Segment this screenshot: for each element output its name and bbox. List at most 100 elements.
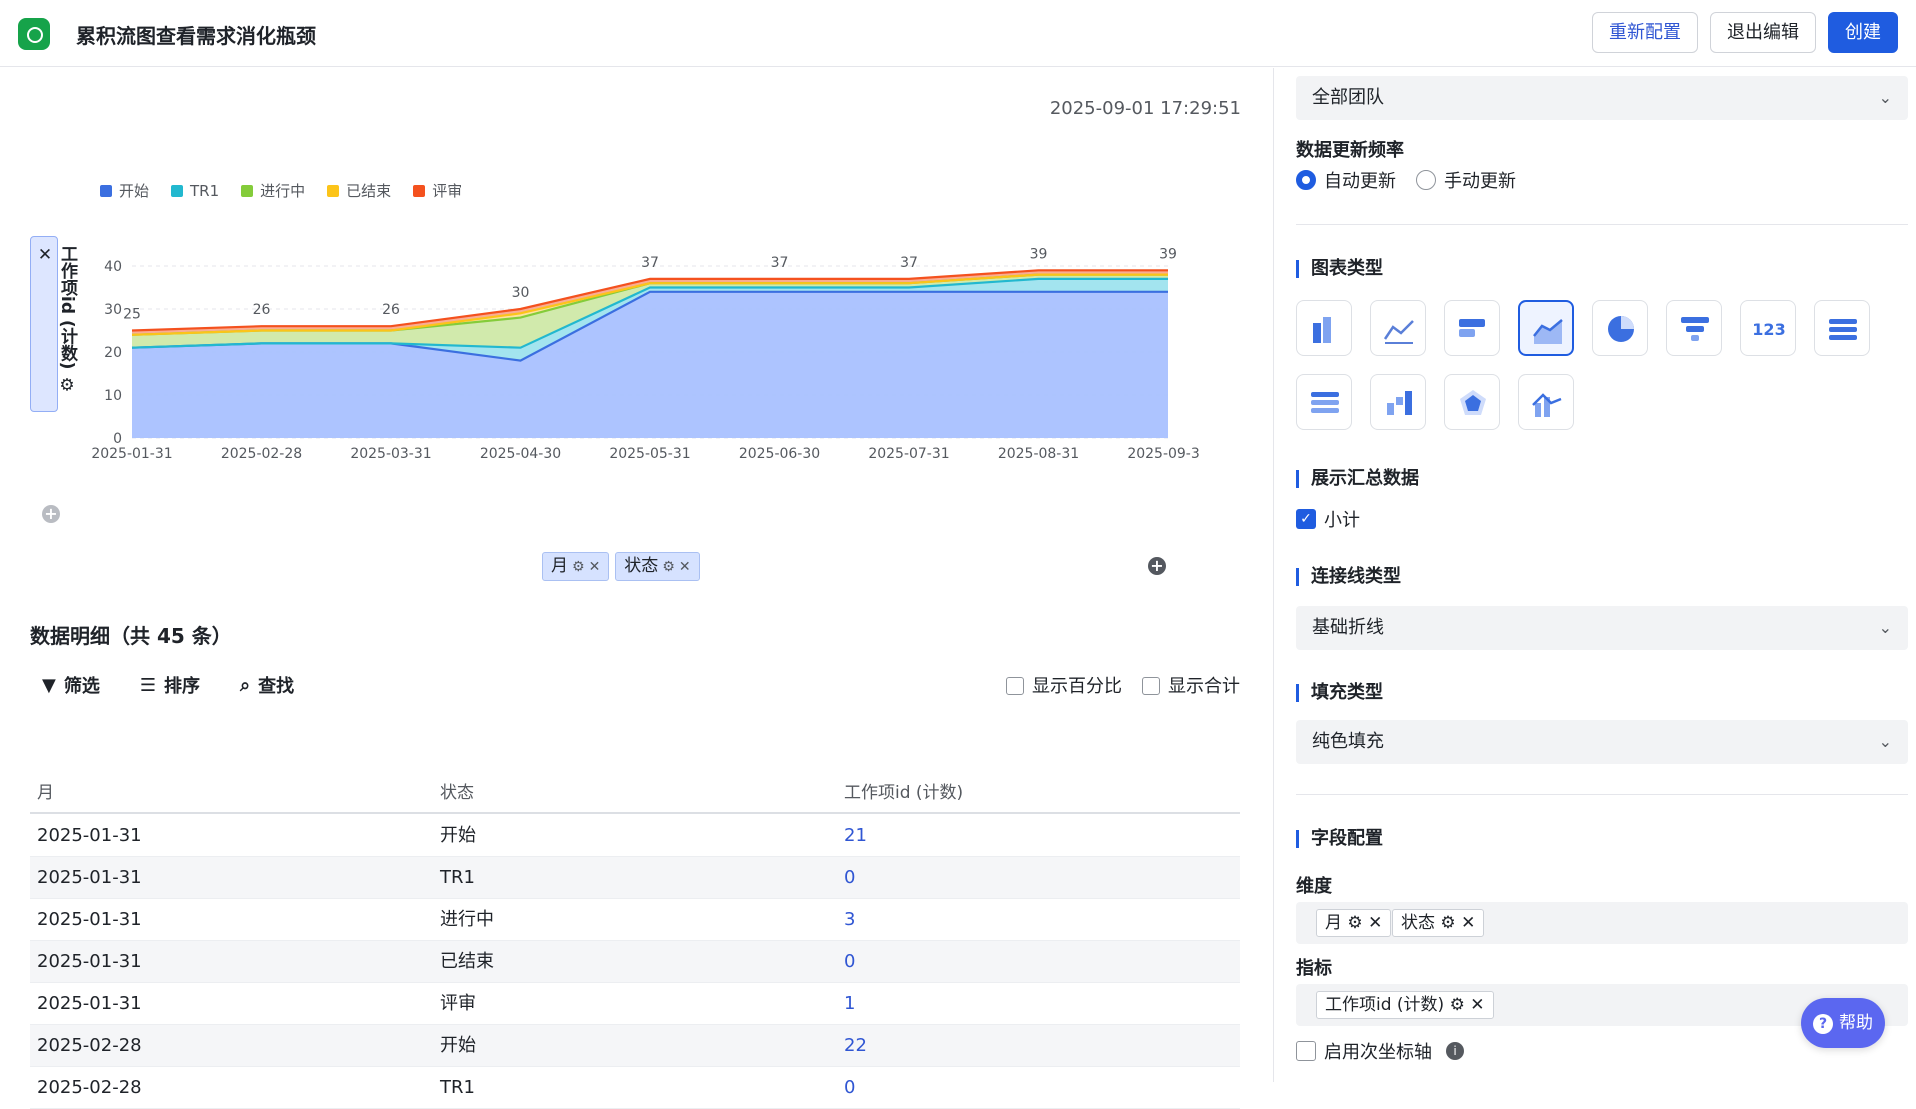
line-chart-icon[interactable]: [1370, 300, 1426, 356]
table-cell[interactable]: 0: [844, 857, 855, 899]
pie-chart-icon-glyph: [1608, 316, 1634, 342]
close-icon[interactable]: ✕: [1461, 913, 1475, 933]
legend-item[interactable]: TR1: [171, 180, 219, 201]
divider: [1296, 794, 1908, 795]
gear-icon[interactable]: ⚙: [1450, 995, 1465, 1015]
radar-chart-icon[interactable]: [1444, 374, 1500, 430]
table-cell: 开始: [440, 1035, 476, 1056]
find-button[interactable]: ⌕ 查找: [240, 672, 294, 698]
chart-legend: 开始 TR1 进行中 已结束 评审: [100, 180, 462, 201]
column-header-count[interactable]: 工作项id (计数): [844, 778, 963, 803]
list-chart-icon[interactable]: [1814, 300, 1870, 356]
x-chip-status[interactable]: 状态 ⚙ ✕: [615, 552, 700, 581]
table-cell: 开始: [440, 825, 476, 846]
table-cell: 已结束: [440, 951, 494, 972]
horizontal-bar-icon[interactable]: [1444, 300, 1500, 356]
table-cell: 2025-01-31: [37, 825, 142, 846]
table-row[interactable]: 2025-01-31 TR1 0: [30, 857, 1240, 899]
close-icon[interactable]: ✕: [679, 559, 691, 575]
table-row[interactable]: 2025-01-31 已结束 0: [30, 941, 1240, 983]
table-row[interactable]: 2025-02-28 开始 22: [30, 1025, 1240, 1067]
add-y-field-icon[interactable]: +: [42, 505, 60, 523]
table-row[interactable]: 2025-02-28 TR1 0: [30, 1067, 1240, 1109]
funnel-chart-icon[interactable]: [1666, 300, 1722, 356]
combo-chart-icon-glyph: [1532, 393, 1562, 417]
y-axis-field-pill[interactable]: 工作项id (计数) ⚙ ✕: [30, 236, 77, 412]
close-icon[interactable]: ✕: [1470, 995, 1484, 1015]
show-percent-checkbox[interactable]: 显示百分比: [1006, 672, 1122, 698]
number-card-icon[interactable]: 123: [1740, 300, 1796, 356]
table-row[interactable]: 2025-01-31 评审 1: [30, 983, 1240, 1025]
legend-item[interactable]: 进行中: [241, 180, 305, 201]
table-cell[interactable]: 3: [844, 899, 855, 941]
table-cell: 2025-02-28: [37, 1077, 142, 1098]
metric-chip-count[interactable]: 工作项id (计数) ⚙ ✕: [1316, 991, 1494, 1019]
check-icon: ✓: [1296, 509, 1316, 529]
table-cell[interactable]: 21: [844, 815, 867, 857]
x-tick-label: 2025-03-31: [350, 446, 431, 462]
filter-button[interactable]: ▼ 筛选: [42, 672, 100, 698]
x-tick-label: 2025-07-31: [868, 446, 949, 462]
x-chip-month[interactable]: 月 ⚙ ✕: [542, 552, 610, 581]
gear-icon[interactable]: ⚙: [572, 559, 585, 575]
team-select[interactable]: 全部团队 ⌄: [1296, 76, 1908, 120]
subtotal-checkbox[interactable]: ✓ 小计: [1296, 506, 1360, 532]
table-chart-icon[interactable]: [1296, 374, 1352, 430]
table-cell: 进行中: [440, 909, 494, 930]
x-tick-label: 2025-01-31: [91, 446, 172, 462]
table-row[interactable]: 2025-01-31 开始 21: [30, 815, 1240, 857]
close-icon[interactable]: ✕: [589, 559, 601, 575]
data-label: 37: [900, 255, 918, 271]
metric-label: 指标: [1296, 958, 1332, 979]
pie-chart-icon[interactable]: [1592, 300, 1648, 356]
sort-button[interactable]: ☰ 排序: [140, 672, 200, 698]
table-cell: 评审: [440, 993, 476, 1014]
table-cell[interactable]: 1: [844, 983, 855, 1025]
update-timestamp: 2025-09-01 17:29:51: [1049, 98, 1241, 119]
legend-item[interactable]: 开始: [100, 180, 149, 201]
show-total-checkbox[interactable]: 显示合计: [1142, 672, 1240, 698]
help-button[interactable]: ? 帮助: [1801, 998, 1885, 1048]
page-title: 累积流图查看需求消化瓶颈: [76, 24, 316, 48]
dimension-chip-month[interactable]: 月 ⚙ ✕: [1316, 909, 1392, 937]
table-cell[interactable]: 0: [844, 1067, 855, 1109]
funnel-chart-icon-glyph: [1681, 317, 1709, 341]
add-x-field-icon[interactable]: +: [1148, 557, 1166, 575]
legend-swatch: [327, 184, 340, 197]
bar-chart-icon[interactable]: [1296, 300, 1352, 356]
gear-icon[interactable]: ⚙: [1347, 913, 1362, 933]
fill-type-select[interactable]: 纯色填充 ⌄: [1296, 720, 1908, 764]
y-tick-label: 30: [104, 302, 122, 318]
create-button[interactable]: 创建: [1828, 12, 1898, 53]
legend-item[interactable]: 已结束: [327, 180, 391, 201]
exit-edit-button[interactable]: 退出编辑: [1710, 12, 1816, 53]
manual-update-radio[interactable]: 手动更新: [1416, 167, 1516, 193]
table-cell[interactable]: 0: [844, 941, 855, 983]
column-header-month[interactable]: 月: [37, 778, 54, 803]
field-config-section-title: 字段配置: [1296, 830, 1383, 848]
table-cell[interactable]: 22: [844, 1025, 867, 1067]
line-type-select[interactable]: 基础折线 ⌄: [1296, 606, 1908, 650]
waterfall-chart-icon[interactable]: [1370, 374, 1426, 430]
combo-chart-icon[interactable]: [1518, 374, 1574, 430]
line-type-section-title: 连接线类型: [1296, 568, 1401, 586]
gear-icon[interactable]: ⚙: [662, 559, 675, 575]
top-bar: 累积流图查看需求消化瓶颈 重新配置 退出编辑 创建: [0, 0, 1916, 67]
line-chart-icon-glyph: [1383, 320, 1414, 344]
x-tick-label: 2025-08-31: [998, 446, 1079, 462]
auto-update-radio[interactable]: 自动更新: [1296, 167, 1396, 193]
column-header-status[interactable]: 状态: [440, 778, 474, 803]
area-chart-icon[interactable]: [1518, 300, 1574, 356]
reconfigure-button[interactable]: 重新配置: [1592, 12, 1698, 53]
y-tick-label: 10: [104, 388, 122, 404]
info-icon[interactable]: i: [1446, 1042, 1464, 1060]
dimension-chip-status[interactable]: 状态 ⚙ ✕: [1392, 909, 1485, 937]
x-tick-label: 2025-02-28: [221, 446, 302, 462]
gear-icon[interactable]: ⚙: [1440, 913, 1455, 933]
bar-chart-icon-glyph: [1313, 317, 1331, 343]
close-icon[interactable]: ✕: [1368, 913, 1382, 933]
table-row[interactable]: 2025-01-31 进行中 3: [30, 899, 1240, 941]
dimension-field-box[interactable]: 月 ⚙ ✕ 状态 ⚙ ✕: [1296, 902, 1908, 944]
legend-item[interactable]: 评审: [413, 180, 462, 201]
secondary-axis-checkbox[interactable]: 启用次坐标轴 i: [1296, 1038, 1464, 1064]
